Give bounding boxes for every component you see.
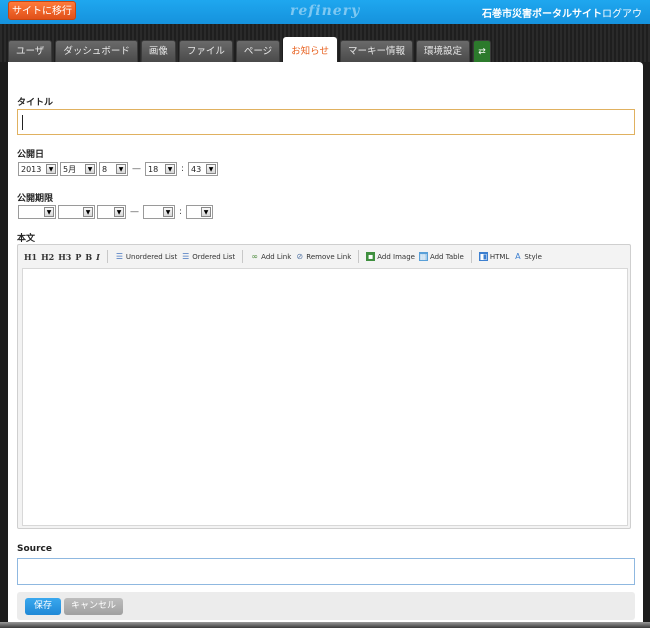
- publish-minute-value: 43: [191, 164, 202, 174]
- time-separator: :: [181, 164, 185, 174]
- html-icon: ◧: [478, 252, 488, 261]
- expire-date-row: ▼ ▼ ▼ — ▼ : ▼: [18, 205, 214, 219]
- toolbar-divider: [106, 250, 108, 263]
- unordered-list-button[interactable]: ☰ Unordered List: [115, 252, 177, 261]
- editor-content-area[interactable]: [22, 268, 628, 526]
- paragraph-button[interactable]: P: [75, 252, 81, 262]
- window-bottom-edge: [0, 622, 650, 628]
- shuffle-icon: ⇄: [478, 47, 486, 57]
- html-label: HTML: [489, 252, 510, 261]
- link-icon: ∞: [251, 252, 258, 261]
- time-separator: :: [179, 207, 183, 217]
- back-to-site-button[interactable]: サイトに移行: [8, 1, 76, 20]
- expire-minute-select[interactable]: ▼: [186, 205, 214, 219]
- publish-day-value: 8: [102, 164, 108, 174]
- tab-users[interactable]: ユーザ: [8, 40, 53, 62]
- h1-button[interactable]: H1: [24, 252, 37, 262]
- expire-month-select[interactable]: ▼: [58, 205, 95, 219]
- source-label: Source: [17, 544, 52, 554]
- html-button[interactable]: ◧ HTML: [478, 252, 510, 261]
- chevron-down-icon: ▼: [206, 164, 217, 174]
- style-button[interactable]: A Style: [513, 252, 542, 261]
- save-button[interactable]: 保存: [25, 598, 61, 615]
- chevron-down-icon: ▼: [201, 207, 212, 217]
- chevron-down-icon: ▼: [165, 164, 175, 174]
- table-icon: ▦: [418, 252, 428, 261]
- publish-minute-select[interactable]: 43 ▼: [188, 162, 219, 176]
- add-link-button[interactable]: ∞ Add Link: [250, 252, 291, 261]
- tab-files[interactable]: ファイル: [178, 40, 233, 62]
- tab-marquee[interactable]: マーキー情報: [339, 40, 413, 62]
- h3-button[interactable]: H3: [58, 252, 71, 262]
- chevron-down-icon: ▼: [44, 207, 54, 217]
- h2-button[interactable]: H2: [41, 252, 54, 262]
- tab-settings[interactable]: 環境設定: [416, 40, 471, 62]
- title-input[interactable]: [17, 109, 635, 135]
- form-actions: 保存 キャンセル: [17, 592, 635, 620]
- image-icon: ▪: [366, 252, 376, 261]
- italic-button[interactable]: I: [96, 252, 100, 262]
- add-table-button[interactable]: ▦ Add Table: [418, 252, 464, 261]
- publish-month-select[interactable]: 5月 ▼: [60, 162, 97, 176]
- numbered-list-icon: ☰: [182, 252, 190, 261]
- style-label: Style: [524, 252, 542, 261]
- expire-date-label: 公開期限: [17, 194, 54, 204]
- publish-date-label: 公開日: [17, 150, 45, 160]
- tab-pages[interactable]: ページ: [235, 40, 281, 62]
- add-table-label: Add Table: [429, 252, 464, 261]
- style-icon: A: [515, 252, 521, 261]
- top-bar: サイトに移行 refinery 石巻市災害ポータルサイト ログアウト: [0, 0, 650, 35]
- ordered-list-label: Ordered List: [192, 252, 236, 261]
- title-label: タイトル: [17, 98, 54, 108]
- chevron-down-icon: ▼: [114, 207, 124, 217]
- toolbar-divider: [358, 250, 360, 263]
- cancel-button[interactable]: キャンセル: [64, 598, 123, 615]
- add-image-button[interactable]: ▪ Add Image: [366, 252, 415, 261]
- editor-toolbar: H1 H2 H3 P B I ☰ Unordered List ☰ Ordered …: [18, 245, 630, 268]
- ordered-list-button[interactable]: ☰ Ordered List: [181, 252, 235, 261]
- bold-button[interactable]: B: [85, 252, 92, 262]
- publish-year-value: 2013: [21, 164, 42, 174]
- unlink-icon: ⊘: [296, 252, 304, 261]
- publish-date-row: 2013 ▼ 5月 ▼ 8 ▼ — 18 ▼ : 43 ▼: [18, 162, 219, 176]
- body-label: 本文: [17, 234, 36, 244]
- brand-logo: refinery: [290, 3, 361, 19]
- rich-text-editor: H1 H2 H3 P B I ☰ Unordered List ☰ Ordered …: [17, 244, 631, 529]
- tab-images[interactable]: 画像: [140, 40, 176, 62]
- text-caret: [22, 115, 23, 130]
- chevron-down-icon: ▼: [46, 164, 56, 174]
- publish-month-value: 5月: [63, 164, 77, 174]
- source-input[interactable]: [17, 558, 635, 585]
- date-separator: —: [130, 207, 139, 217]
- tab-news[interactable]: お知らせ: [283, 37, 337, 62]
- chevron-down-icon: ▼: [116, 164, 126, 174]
- publish-hour-select[interactable]: 18 ▼: [145, 162, 177, 176]
- date-separator: —: [132, 164, 141, 174]
- remove-link-label: Remove Link: [306, 252, 352, 261]
- expire-hour-select[interactable]: ▼: [143, 205, 175, 219]
- add-link-label: Add Link: [261, 252, 292, 261]
- tab-reorder[interactable]: ⇄: [473, 40, 492, 62]
- chevron-down-icon: ▼: [85, 164, 95, 174]
- expire-year-select[interactable]: ▼: [18, 205, 56, 219]
- site-title: 石巻市災害ポータルサイト: [482, 9, 602, 20]
- toolbar-divider: [242, 250, 244, 263]
- bullet-list-icon: ☰: [115, 252, 123, 261]
- expire-day-select[interactable]: ▼: [97, 205, 126, 219]
- publish-day-select[interactable]: 8 ▼: [99, 162, 128, 176]
- nav-tabs: ユーザ ダッシュボード 画像 ファイル ページ お知らせ マーキー情報 環境設定…: [8, 37, 492, 62]
- publish-year-select[interactable]: 2013 ▼: [18, 162, 58, 176]
- tab-dashboard[interactable]: ダッシュボード: [55, 40, 138, 62]
- publish-hour-value: 18: [148, 164, 159, 174]
- add-image-label: Add Image: [377, 252, 415, 261]
- chevron-down-icon: ▼: [83, 207, 93, 217]
- toolbar-divider: [470, 250, 472, 263]
- chevron-down-icon: ▼: [163, 207, 173, 217]
- remove-link-button[interactable]: ⊘ Remove Link: [295, 252, 351, 261]
- unordered-list-label: Unordered List: [125, 252, 178, 261]
